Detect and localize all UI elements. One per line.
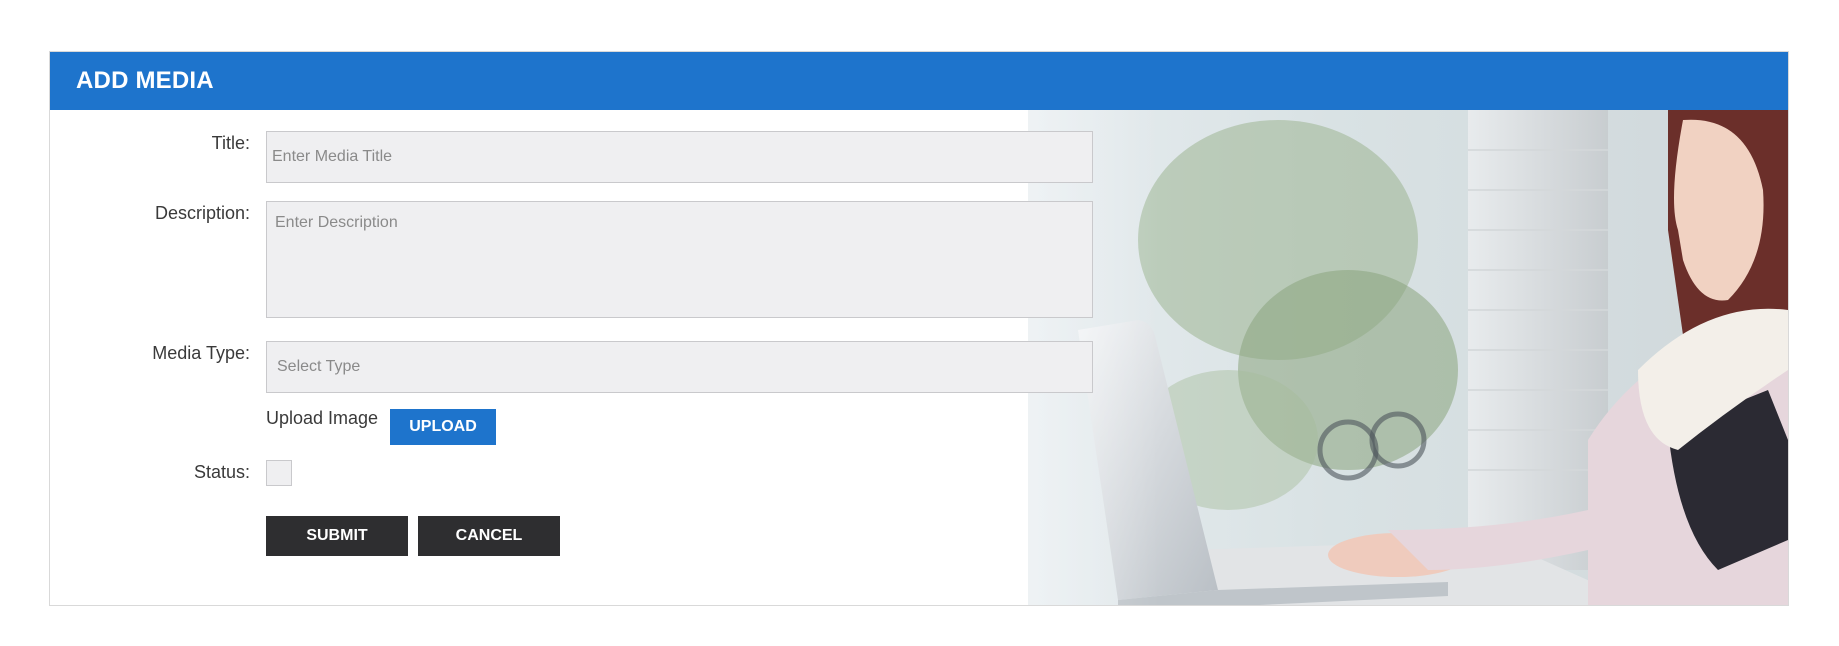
hero-image <box>1028 110 1788 605</box>
media-type-label: Media Type: <box>152 343 250 363</box>
status-checkbox[interactable] <box>266 460 292 486</box>
upload-button[interactable]: UPLOAD <box>390 409 496 445</box>
panel-body: Title: Description: Media Type: Select T… <box>50 110 1788 605</box>
description-label: Description: <box>154 203 250 223</box>
status-label: Status: <box>193 462 250 482</box>
panel-title: ADD MEDIA <box>50 52 1788 110</box>
add-media-panel: ADD MEDIA Title: Enter Media Title Descr… <box>49 51 1789 606</box>
cancel-button[interactable]: CANCEL <box>418 516 560 556</box>
submit-button[interactable]: SUBMIT <box>266 516 408 556</box>
media-type-select[interactable]: Select Type <box>266 341 1093 393</box>
upload-image-label: Upload Image <box>266 408 379 428</box>
title-input[interactable] <box>266 131 1093 183</box>
description-textarea[interactable] <box>266 201 1093 318</box>
title-label: Title: <box>211 133 250 153</box>
add-media-form: Title: Description: Media Type: Select T… <box>50 110 1110 605</box>
